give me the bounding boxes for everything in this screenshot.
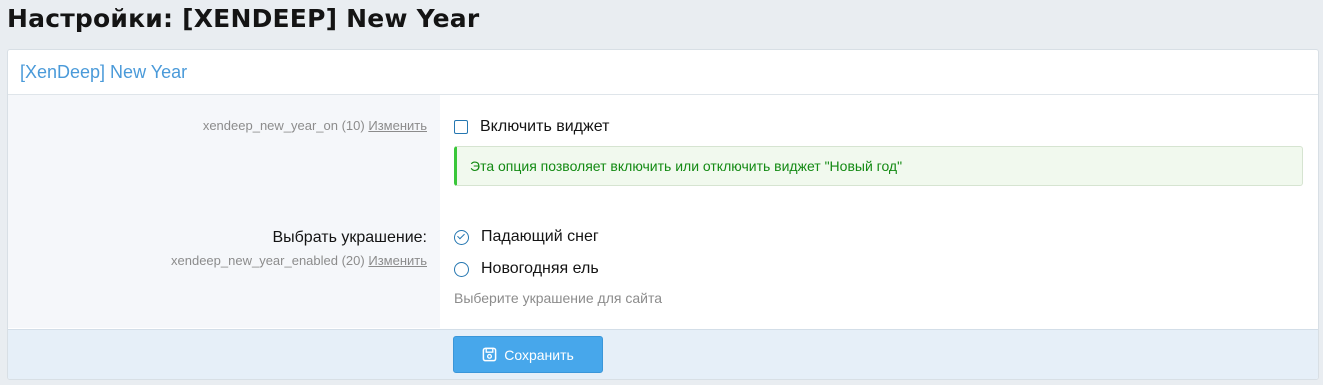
option-id-text: xendeep_new_year_on (10) [202, 118, 365, 133]
option-id-new-year-enabled: xendeep_new_year_enabled (20) Изменить [171, 253, 427, 268]
decoration-title: Выбрать украшение: [272, 229, 427, 246]
enable-widget-label: Включить виджет [480, 118, 610, 135]
option-id-text: xendeep_new_year_enabled (20) [171, 253, 365, 268]
save-icon [482, 347, 497, 362]
save-button-label: Сохранить [504, 346, 574, 363]
decoration-hint: Выберите украшение для сайта [454, 290, 662, 306]
form-footer: Сохранить [8, 329, 1318, 379]
checkbox-icon[interactable] [454, 120, 468, 134]
radio-checked-icon[interactable] [454, 229, 469, 245]
enable-widget-hint: Эта опция позволяет включить или отключи… [454, 146, 1303, 186]
edit-link-new-year-enabled[interactable]: Изменить [368, 253, 427, 268]
radio-falling-snow[interactable]: Падающий снег [454, 228, 599, 246]
page-title: Настройки: [XENDEEP] New Year [7, 4, 480, 33]
option-id-new-year-on: xendeep_new_year_on (10) Изменить [203, 118, 427, 133]
settings-rows: xendeep_new_year_on (10) Изменить Включи… [8, 95, 1318, 328]
radio-unchecked-icon[interactable] [454, 261, 469, 277]
radio-christmas-tree-label: Новогодняя ель [481, 260, 599, 277]
radio-falling-snow-label: Падающий снег [481, 228, 599, 245]
save-button[interactable]: Сохранить [453, 336, 603, 373]
enable-widget-hint-text: Эта опция позволяет включить или отключи… [470, 158, 903, 174]
block-header: [XenDeep] New Year [8, 50, 1318, 95]
radio-christmas-tree[interactable]: Новогодняя ель [454, 260, 599, 278]
settings-block: [XenDeep] New Year xendeep_new_year_on (… [7, 49, 1319, 380]
enable-widget-checkbox[interactable]: Включить виджет [454, 118, 609, 136]
block-header-title: [XenDeep] New Year [20, 61, 188, 82]
edit-link-new-year-on[interactable]: Изменить [368, 118, 427, 133]
